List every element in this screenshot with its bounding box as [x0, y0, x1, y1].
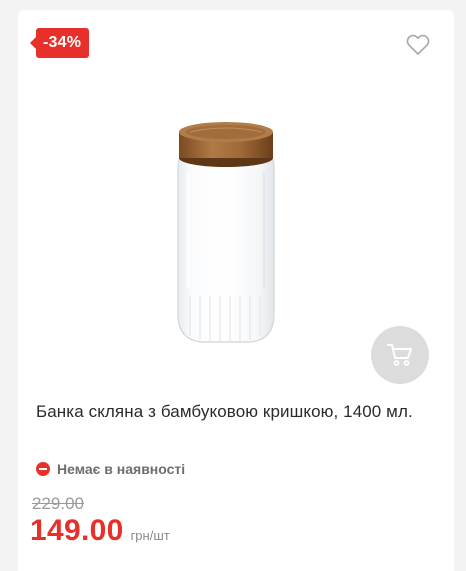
price-row: 149.00 грн/шт — [30, 514, 170, 548]
add-to-cart-button[interactable] — [371, 326, 429, 384]
discount-badge: -34% — [29, 28, 90, 58]
old-price: 229.00 — [32, 494, 84, 513]
heart-icon — [406, 34, 430, 55]
availability-text: Немає в наявності — [57, 461, 186, 477]
favorite-button[interactable] — [406, 34, 430, 56]
price-unit: грн/шт — [130, 528, 170, 543]
minus-circle-icon — [36, 462, 50, 476]
availability-status: Немає в наявності — [36, 459, 185, 479]
shopping-cart-icon — [387, 344, 412, 366]
current-price: 149.00 — [30, 514, 124, 547]
product-image[interactable] — [168, 118, 284, 348]
glass-jar-image — [177, 122, 275, 343]
product-title[interactable]: Банка скляна з бамбуковою кришкою, 1400 … — [36, 398, 436, 425]
product-card[interactable]: -34% Банка скляна з бамбуковою кришкою, … — [18, 10, 454, 571]
